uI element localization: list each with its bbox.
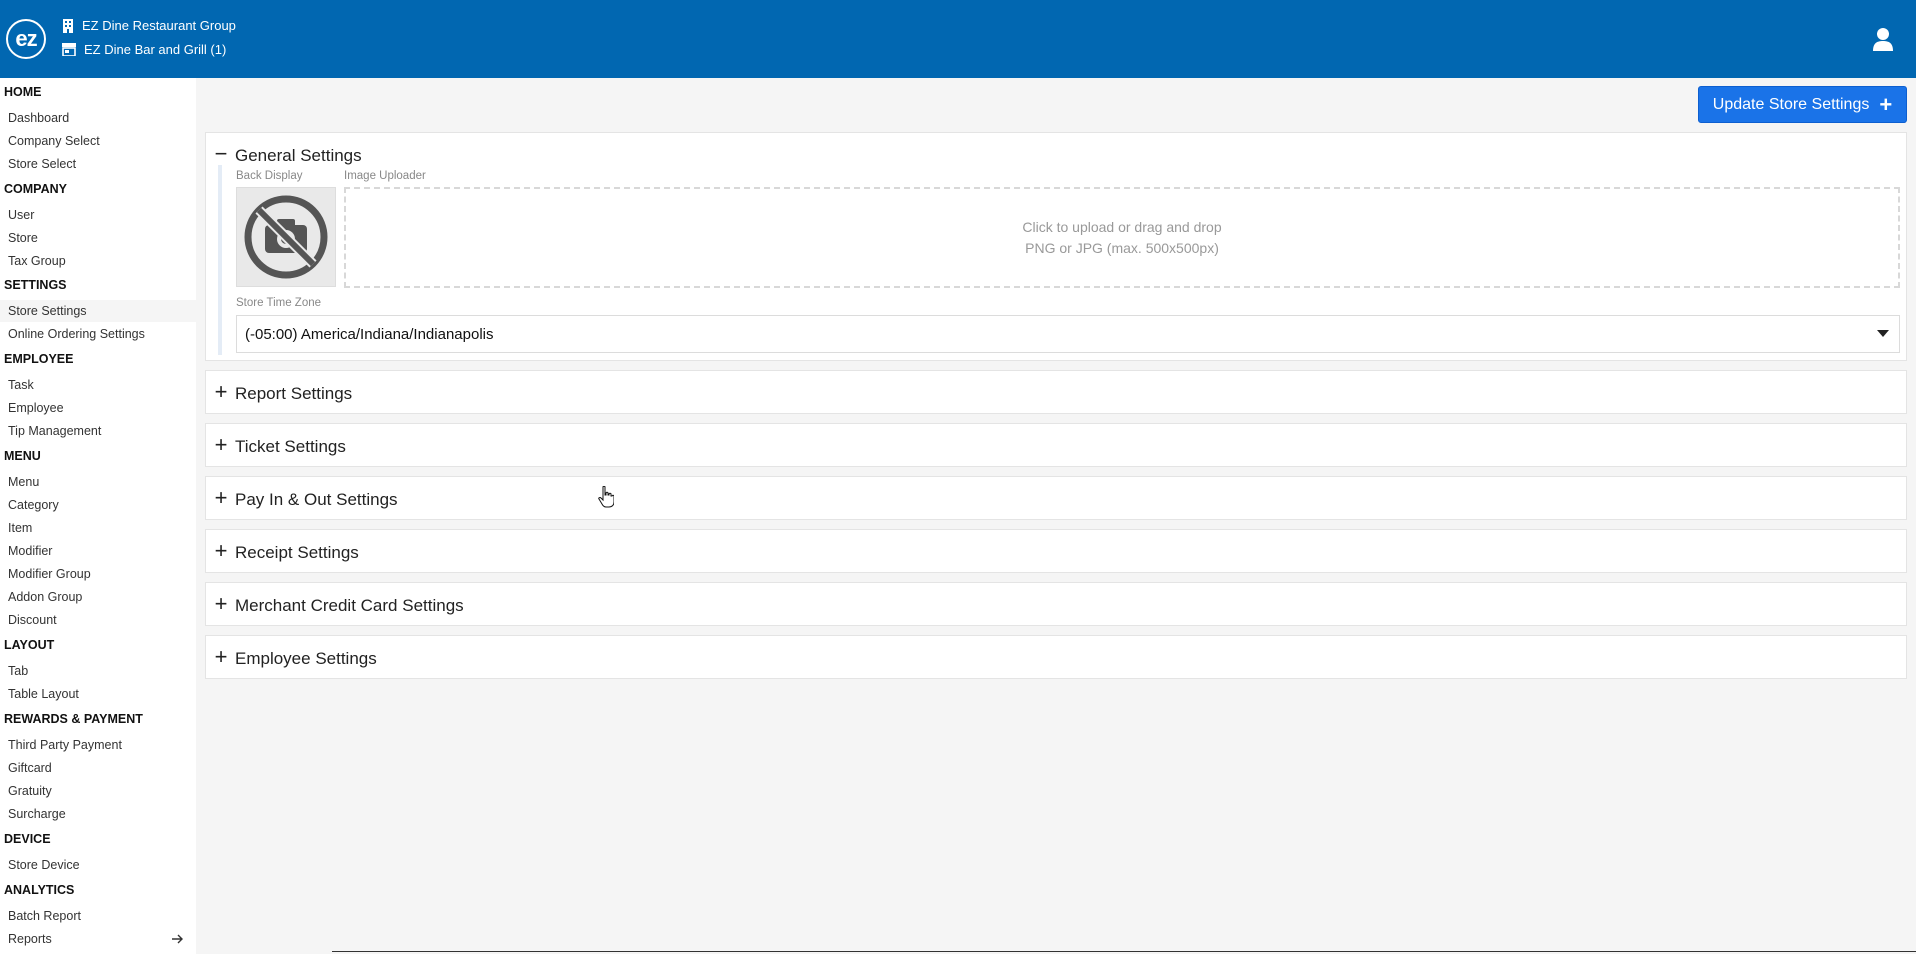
sidebar-item-reports-label: Reports <box>8 932 52 946</box>
upload-instruction: Click to upload or drag and drop <box>1022 218 1222 235</box>
sidebar-item-store-select[interactable]: Store Select <box>0 153 196 175</box>
image-upload-dropzone[interactable]: Click to upload or drag and drop PNG or … <box>344 187 1900 288</box>
sidebar-item-dashboard[interactable]: Dashboard <box>0 107 196 129</box>
receipt-settings-panel[interactable]: + Receipt Settings <box>205 529 1907 573</box>
sidebar-item-company-select[interactable]: Company Select <box>0 130 196 152</box>
collapse-icon[interactable]: − <box>214 143 228 165</box>
sidebar-item-category[interactable]: Category <box>0 494 196 516</box>
sidebar-item-store-device[interactable]: Store Device <box>0 854 196 876</box>
expand-icon[interactable]: + <box>214 593 228 615</box>
sidebar-section-company: COMPANY <box>4 182 67 196</box>
sidebar-item-task[interactable]: Task <box>0 374 196 396</box>
store-selector[interactable]: EZ Dine Bar and Grill (1) <box>62 42 226 57</box>
logo-text: ez <box>15 26 37 51</box>
sidebar-item-tax-group[interactable]: Tax Group <box>0 250 196 272</box>
sidebar-item-tip-management[interactable]: Tip Management <box>0 420 196 442</box>
expand-icon[interactable]: + <box>214 487 228 509</box>
sidebar-item-reports[interactable]: Reports <box>0 928 196 950</box>
merchant-credit-card-settings-title: Merchant Credit Card Settings <box>235 596 464 615</box>
sidebar-section-device: DEVICE <box>4 832 51 846</box>
sidebar-section-employee: EMPLOYEE <box>4 352 74 366</box>
expand-icon[interactable]: + <box>214 381 228 403</box>
sidebar-item-menu[interactable]: Menu <box>0 471 196 493</box>
top-navbar: ez EZ Dine Restaurant Group EZ Dine Bar … <box>0 0 1916 78</box>
sidebar-item-tab[interactable]: Tab <box>0 660 196 682</box>
merchant-credit-card-settings-panel[interactable]: + Merchant Credit Card Settings <box>205 582 1907 626</box>
sidebar-item-modifier-group[interactable]: Modifier Group <box>0 563 196 585</box>
sidebar-item-addon-group[interactable]: Addon Group <box>0 586 196 608</box>
sidebar-item-third-party-payment[interactable]: Third Party Payment <box>0 734 196 756</box>
org-name: EZ Dine Restaurant Group <box>82 18 236 33</box>
store-time-zone-select[interactable]: (-05:00) America/Indiana/Indianapolis <box>236 315 1900 353</box>
sidebar-item-store-settings[interactable]: Store Settings <box>0 300 196 322</box>
sidebar-section-layout: LAYOUT <box>4 638 55 652</box>
sidebar-item-store[interactable]: Store <box>0 227 196 249</box>
sidebar-section-rewards-payment: REWARDS & PAYMENT <box>4 712 143 726</box>
ticket-settings-title: Ticket Settings <box>235 437 346 456</box>
sidebar-item-online-ordering-settings[interactable]: Online Ordering Settings <box>0 323 196 345</box>
report-settings-title: Report Settings <box>235 384 353 403</box>
sidebar-item-discount[interactable]: Discount <box>0 609 196 631</box>
sidebar-item-giftcard[interactable]: Giftcard <box>0 757 196 779</box>
pay-in-out-settings-title: Pay In & Out Settings <box>235 490 398 509</box>
sidebar-section-home: HOME <box>4 85 42 99</box>
section-accent-bar <box>218 165 222 355</box>
report-settings-panel[interactable]: + Report Settings <box>205 370 1907 414</box>
general-settings-panel: − General Settings Back Display Image Up… <box>205 132 1907 361</box>
app-logo[interactable]: ez <box>6 19 46 59</box>
sidebar-item-gratuity[interactable]: Gratuity <box>0 780 196 802</box>
store-name: EZ Dine Bar and Grill (1) <box>84 42 227 57</box>
arrow-right-icon <box>172 934 183 944</box>
employee-settings-title: Employee Settings <box>235 649 377 668</box>
sidebar-item-item[interactable]: Item <box>0 517 196 539</box>
sidebar-item-table-layout[interactable]: Table Layout <box>0 683 196 705</box>
sidebar: HOME Dashboard Company Select Store Sele… <box>0 78 196 954</box>
back-display-preview <box>236 187 336 287</box>
sidebar-item-modifier[interactable]: Modifier <box>0 540 196 562</box>
store-time-zone-label: Store Time Zone <box>236 297 322 309</box>
hand-cursor-icon <box>598 486 614 508</box>
user-icon[interactable] <box>1872 27 1894 51</box>
sidebar-section-menu: MENU <box>4 449 41 463</box>
ticket-settings-panel[interactable]: + Ticket Settings <box>205 423 1907 467</box>
caret-down-icon <box>1877 330 1889 337</box>
update-store-settings-label: Update Store Settings <box>1712 95 1870 113</box>
upload-format-hint: PNG or JPG (max. 500x500px) <box>1025 239 1219 256</box>
pay-in-out-settings-panel[interactable]: + Pay In & Out Settings <box>205 476 1907 520</box>
sidebar-item-surcharge[interactable]: Surcharge <box>0 803 196 825</box>
receipt-settings-title: Receipt Settings <box>235 543 359 562</box>
sidebar-section-analytics: ANALYTICS <box>4 883 75 897</box>
bottom-divider <box>332 951 1916 952</box>
back-display-label: Back Display <box>236 170 303 182</box>
update-store-settings-button[interactable]: Update Store Settings + <box>1698 86 1907 123</box>
general-settings-header[interactable]: − General Settings <box>206 133 1906 177</box>
sidebar-section-settings: SETTINGS <box>4 278 67 292</box>
store-icon <box>62 43 76 56</box>
general-settings-title: General Settings <box>235 146 362 165</box>
plus-icon: + <box>1879 91 1893 117</box>
org-selector[interactable]: EZ Dine Restaurant Group <box>62 18 236 33</box>
expand-icon[interactable]: + <box>214 646 228 668</box>
image-uploader-label: Image Uploader <box>344 170 426 182</box>
expand-icon[interactable]: + <box>214 540 228 562</box>
sidebar-item-batch-report[interactable]: Batch Report <box>0 905 196 927</box>
employee-settings-panel[interactable]: + Employee Settings <box>205 635 1907 679</box>
building-icon <box>63 18 73 33</box>
sidebar-item-user[interactable]: User <box>0 204 196 226</box>
expand-icon[interactable]: + <box>214 434 228 456</box>
time-zone-value: (-05:00) America/Indiana/Indianapolis <box>245 326 494 343</box>
sidebar-item-employee[interactable]: Employee <box>0 397 196 419</box>
no-image-icon <box>244 195 328 279</box>
